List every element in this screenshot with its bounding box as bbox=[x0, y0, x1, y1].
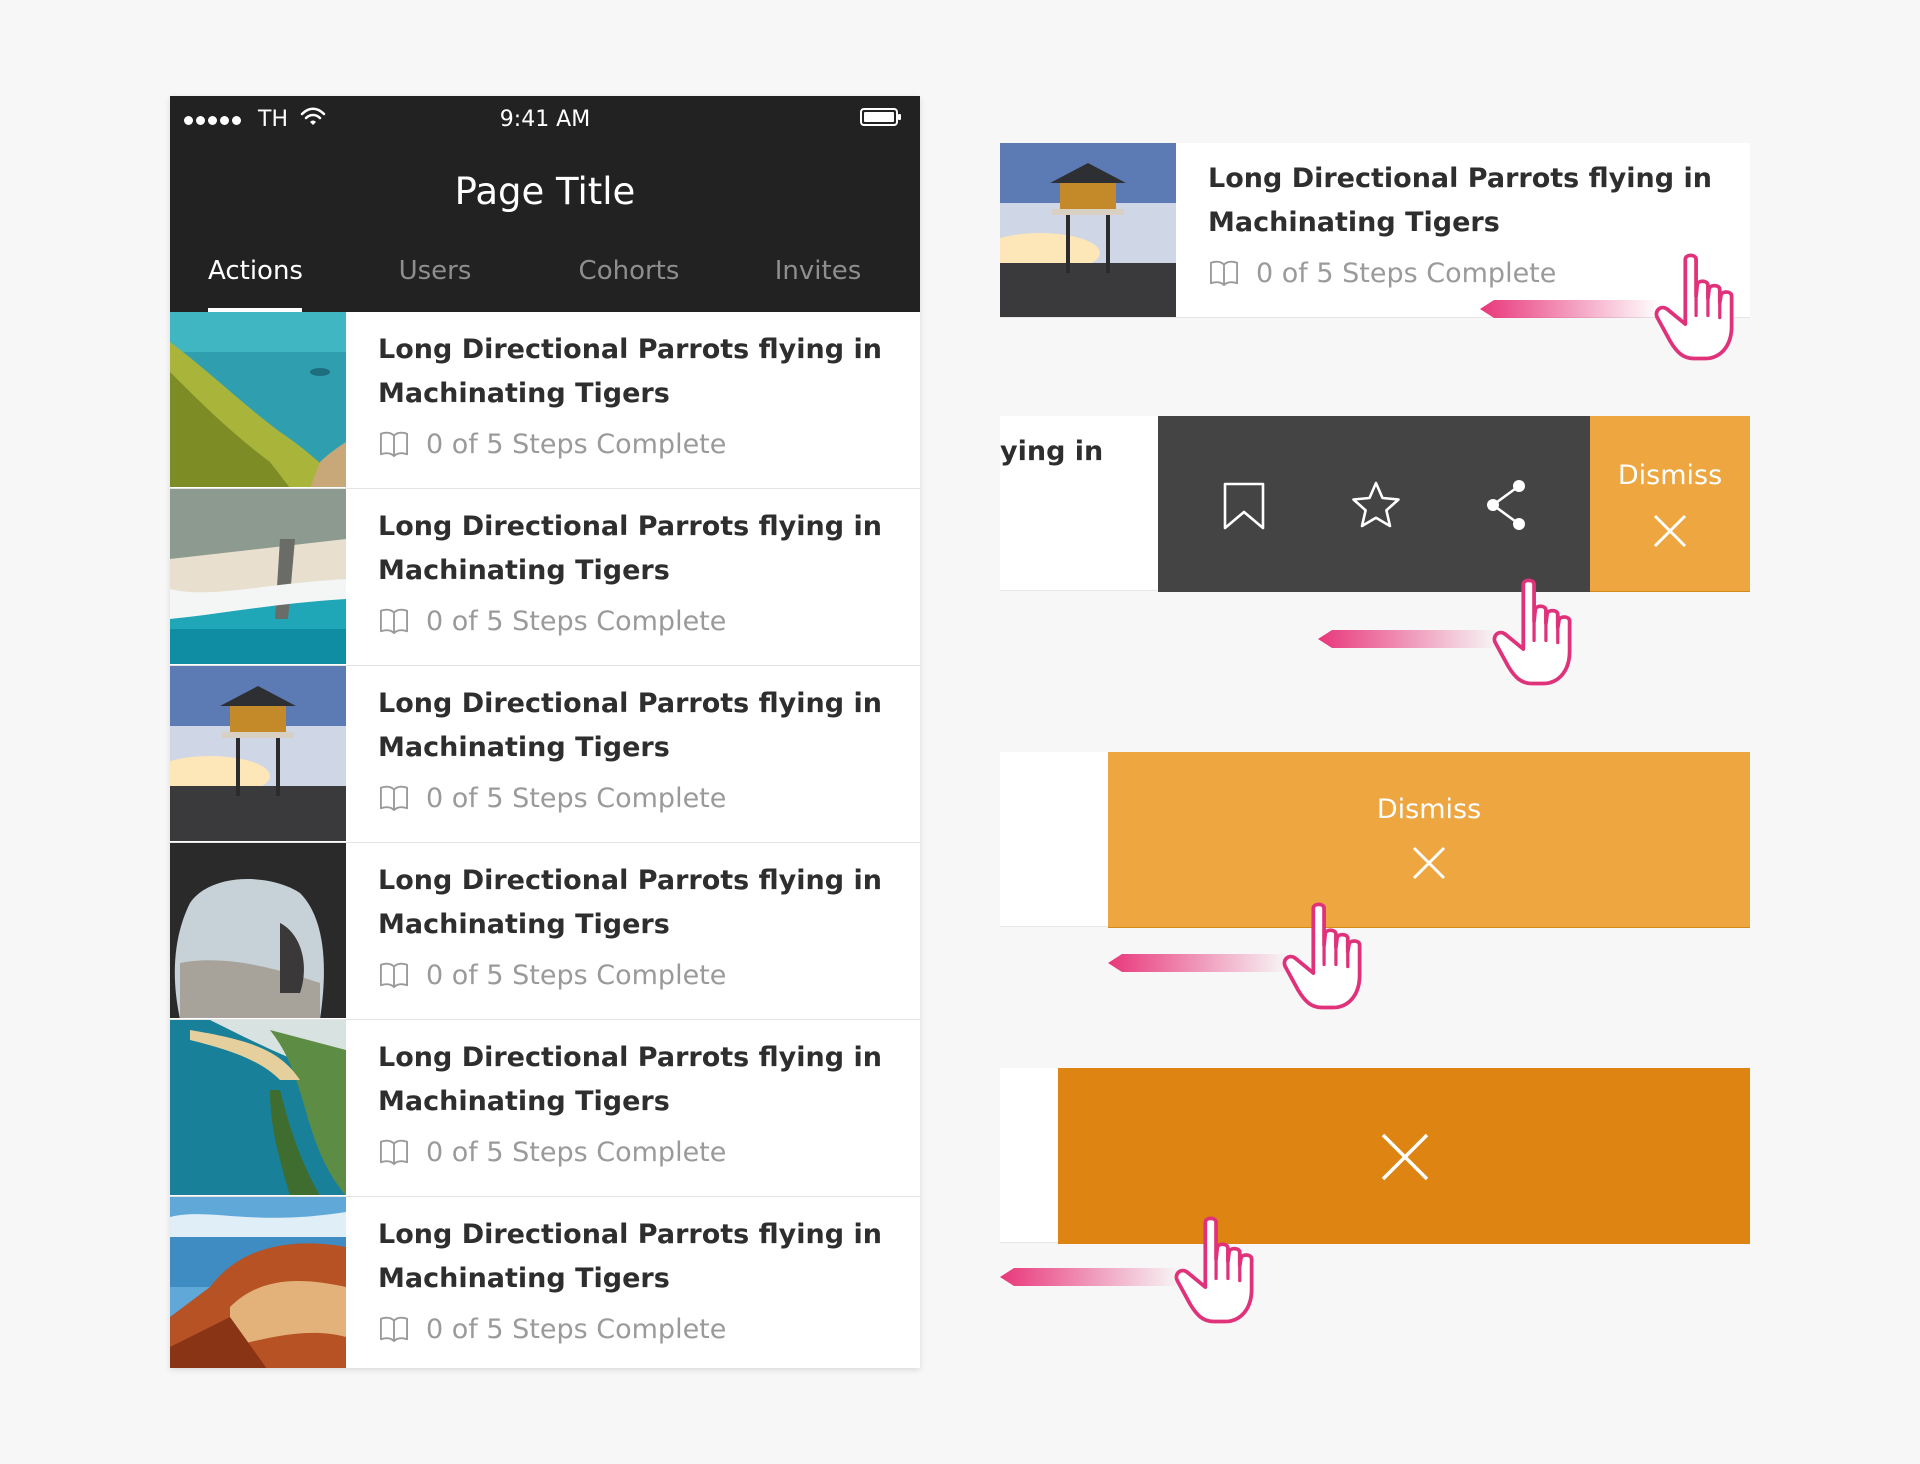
tab-bar: Actions Users Cohorts Invites bbox=[170, 256, 920, 312]
progress-text: 0 of 5 Steps Complete bbox=[426, 1313, 727, 1345]
tab-invites[interactable]: Invites bbox=[770, 256, 866, 312]
swipe-left-arrow bbox=[1318, 630, 1498, 648]
item-title-fragment: ying in bbox=[1000, 436, 1104, 467]
item-title: Long Directional Parrots flying in Machi… bbox=[1208, 163, 1712, 238]
tab-users[interactable]: Users bbox=[390, 256, 480, 312]
bookmark-icon[interactable] bbox=[1221, 482, 1267, 530]
dismiss-label: Dismiss bbox=[1617, 460, 1723, 491]
item-progress: 0 of 5 Steps Complete bbox=[1208, 255, 1556, 291]
clock: 9:41 AM bbox=[499, 107, 591, 132]
pointing-hand-icon bbox=[1174, 1216, 1254, 1324]
swipe-left-arrow bbox=[1000, 1268, 1180, 1286]
progress-text: 0 of 5 Steps Complete bbox=[426, 428, 727, 460]
tab-label: Cohorts bbox=[578, 256, 680, 286]
dismiss-button[interactable]: Dismiss bbox=[1590, 416, 1750, 592]
item-progress: 0 of 5 Steps Complete bbox=[378, 603, 726, 639]
phone-frame: TH 9:41 AM Page Title Actions Users Coho… bbox=[170, 96, 920, 1368]
item-thumbnail bbox=[170, 312, 346, 487]
list-item[interactable]: Long Directional Parrots flying in Machi… bbox=[170, 489, 920, 666]
swipe-left-arrow bbox=[1108, 954, 1288, 972]
pointing-hand-icon bbox=[1282, 902, 1362, 1010]
book-icon bbox=[379, 962, 409, 989]
book-icon bbox=[1210, 260, 1238, 287]
progress-text: 0 of 5 Steps Complete bbox=[426, 605, 727, 637]
list-item[interactable]: Long Directional Parrots flying in Machi… bbox=[170, 843, 920, 1020]
progress-text: 0 of 5 Steps Complete bbox=[1256, 257, 1557, 289]
item-title: Long Directional Parrots flying in Machi… bbox=[378, 1042, 882, 1117]
item-progress: 0 of 5 Steps Complete bbox=[378, 1134, 726, 1170]
status-bar: TH 9:41 AM bbox=[170, 96, 920, 144]
item-title: Long Directional Parrots flying in Machi… bbox=[378, 688, 882, 763]
app-header: TH 9:41 AM Page Title Actions Users Coho… bbox=[170, 96, 920, 312]
tab-label: Actions bbox=[208, 256, 303, 286]
share-icon[interactable] bbox=[1483, 478, 1529, 532]
progress-text: 0 of 5 Steps Complete bbox=[426, 1136, 727, 1168]
pointing-hand-icon bbox=[1492, 578, 1572, 686]
item-title: Long Directional Parrots flying in Machi… bbox=[378, 1219, 882, 1294]
action-list: Long Directional Parrots flying in Machi… bbox=[170, 312, 920, 1368]
item-progress: 0 of 5 Steps Complete bbox=[378, 780, 726, 816]
tab-cohorts[interactable]: Cohorts bbox=[574, 256, 684, 312]
item-title: Long Directional Parrots flying in Machi… bbox=[378, 511, 882, 586]
tab-label: Users bbox=[398, 256, 472, 286]
item-title: Long Directional Parrots flying in Machi… bbox=[378, 334, 882, 409]
item-progress: 0 of 5 Steps Complete bbox=[378, 426, 726, 462]
book-icon bbox=[379, 785, 409, 812]
list-item[interactable]: Long Directional Parrots flying in Machi… bbox=[170, 1197, 920, 1368]
dismiss-label: Dismiss bbox=[1376, 794, 1482, 825]
swipe-left-arrow bbox=[1480, 300, 1660, 318]
item-title: Long Directional Parrots flying in Machi… bbox=[378, 865, 882, 940]
swiped-card-remainder[interactable]: ying in bbox=[1000, 416, 1160, 591]
battery-icon bbox=[860, 108, 901, 126]
page-title: Page Title bbox=[454, 170, 636, 213]
swipe-card[interactable]: Long Directional Parrots flying in Machi… bbox=[1000, 143, 1750, 318]
progress-text: 0 of 5 Steps Complete bbox=[426, 959, 727, 991]
close-icon bbox=[1381, 1133, 1429, 1181]
close-icon bbox=[1412, 846, 1446, 880]
dismiss-button-expanded[interactable]: Dismiss bbox=[1108, 752, 1750, 928]
tab-label: Invites bbox=[774, 256, 862, 286]
book-icon bbox=[379, 431, 409, 458]
swiped-card-remainder[interactable] bbox=[1000, 1068, 1060, 1243]
list-item[interactable]: Long Directional Parrots flying in Machi… bbox=[170, 312, 920, 489]
book-icon bbox=[379, 608, 409, 635]
list-item[interactable]: Long Directional Parrots flying in Machi… bbox=[170, 666, 920, 843]
swiped-card-remainder[interactable] bbox=[1000, 752, 1110, 927]
item-thumbnail bbox=[170, 1020, 346, 1195]
close-icon bbox=[1653, 514, 1687, 548]
dismiss-button-committed[interactable] bbox=[1058, 1068, 1750, 1244]
item-thumbnail bbox=[1000, 143, 1176, 317]
pointing-hand-icon bbox=[1654, 253, 1734, 361]
item-thumbnail bbox=[170, 666, 346, 841]
tab-actions[interactable]: Actions bbox=[208, 256, 303, 312]
progress-text: 0 of 5 Steps Complete bbox=[426, 782, 727, 814]
item-thumbnail bbox=[170, 843, 346, 1018]
item-progress: 0 of 5 Steps Complete bbox=[378, 1311, 726, 1347]
item-thumbnail bbox=[170, 1197, 346, 1368]
list-item[interactable]: Long Directional Parrots flying in Machi… bbox=[170, 1020, 920, 1197]
item-thumbnail bbox=[170, 489, 346, 664]
action-panel bbox=[1158, 416, 1590, 592]
book-icon bbox=[379, 1316, 409, 1343]
book-icon bbox=[379, 1139, 409, 1166]
item-progress: 0 of 5 Steps Complete bbox=[378, 957, 726, 993]
star-icon[interactable] bbox=[1350, 480, 1402, 530]
